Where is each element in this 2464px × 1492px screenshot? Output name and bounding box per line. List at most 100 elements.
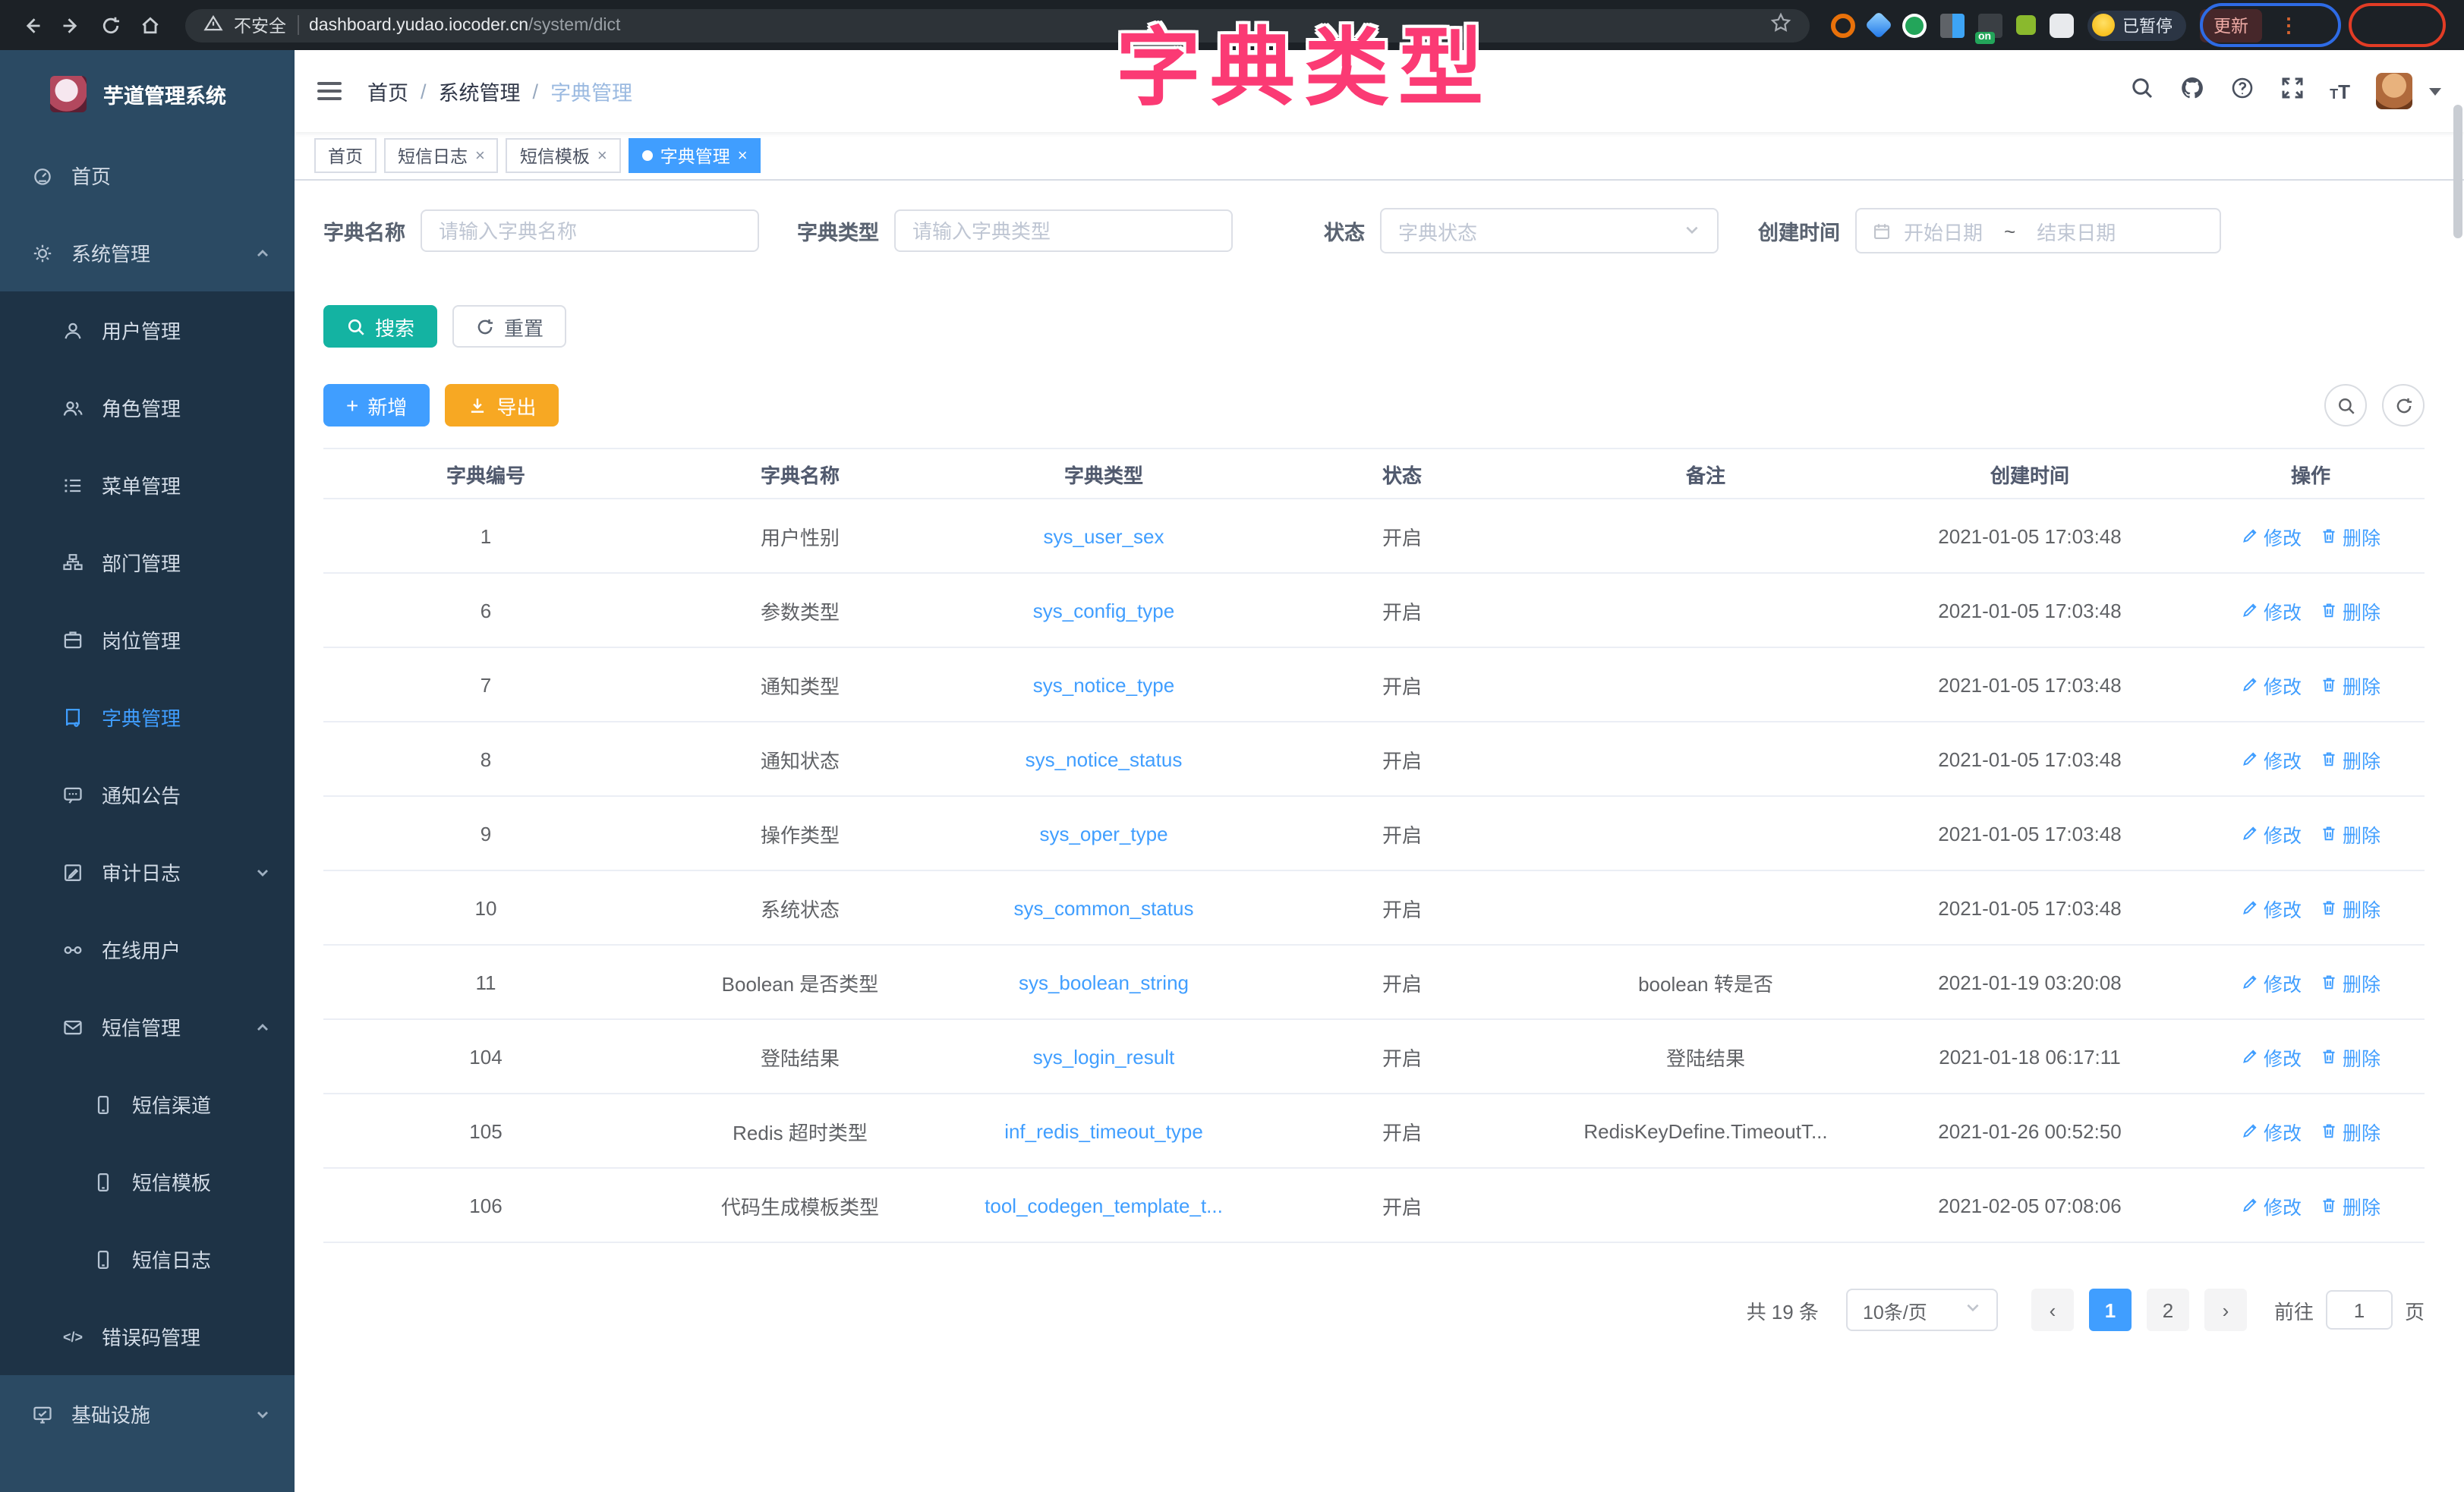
browser-back-button[interactable] (15, 8, 49, 42)
dict-name-input[interactable] (421, 209, 759, 252)
dict-type-link[interactable]: sys_user_sex (1044, 524, 1164, 547)
sidebar-toggle-icon[interactable] (317, 82, 342, 100)
sidebar-item-online-users[interactable]: 在线用户 (0, 911, 295, 988)
delete-link[interactable]: 删除 (2320, 596, 2381, 625)
sidebar-item-menus[interactable]: 菜单管理 (0, 446, 295, 524)
close-icon[interactable]: × (597, 146, 607, 165)
date-range-picker[interactable]: 开始日期 ~ 结束日期 (1855, 208, 2221, 253)
sidebar-item-users[interactable]: 用户管理 (0, 291, 295, 369)
delete-link[interactable]: 删除 (2320, 1042, 2381, 1071)
edit-link[interactable]: 修改 (2241, 968, 2302, 996)
extension-dark-icon[interactable]: on (1978, 13, 2002, 37)
search-button[interactable]: 搜索 (323, 305, 437, 348)
page-size-select[interactable]: 10条/页 (1846, 1289, 1998, 1331)
page-button-1[interactable]: 1 (2089, 1289, 2132, 1331)
goto-page-input[interactable] (2326, 1290, 2393, 1330)
close-icon[interactable]: × (738, 146, 748, 165)
edit-link[interactable]: 修改 (2241, 1191, 2302, 1220)
delete-link[interactable]: 删除 (2320, 1116, 2381, 1145)
delete-link[interactable]: 删除 (2320, 893, 2381, 922)
delete-link[interactable]: 删除 (2320, 968, 2381, 996)
page-tab-dictionary[interactable]: 字典管理 × (629, 138, 761, 173)
dict-type-link[interactable]: sys_config_type (1033, 599, 1174, 622)
header-search-icon[interactable] (2129, 75, 2154, 107)
edit-link[interactable]: 修改 (2241, 744, 2302, 773)
sidebar-item-home[interactable]: 首页 (0, 137, 295, 214)
delete-link[interactable]: 删除 (2320, 819, 2381, 848)
status-text: 开启 (1256, 722, 1549, 795)
sidebar-item-sms[interactable]: 短信管理 (0, 988, 295, 1065)
close-icon[interactable]: × (475, 146, 485, 165)
delete-link[interactable]: 删除 (2320, 521, 2381, 550)
font-size-icon[interactable]: TT (2330, 80, 2350, 102)
browser-forward-button[interactable] (55, 8, 88, 42)
delete-link[interactable]: 删除 (2320, 670, 2381, 699)
edit-link[interactable]: 修改 (2241, 521, 2302, 550)
browser-reload-button[interactable] (94, 8, 128, 42)
help-icon[interactable] (2229, 75, 2254, 107)
edit-link[interactable]: 修改 (2241, 596, 2302, 625)
dict-type-link[interactable]: sys_oper_type (1039, 822, 1167, 845)
sidebar-item-error-codes[interactable]: </> 错误码管理 (0, 1298, 295, 1375)
avatar-caret-icon[interactable] (2429, 87, 2441, 95)
page-tab-sms-log[interactable]: 短信日志 × (384, 138, 499, 173)
edit-link[interactable]: 修改 (2241, 670, 2302, 699)
fullscreen-icon[interactable] (2280, 75, 2304, 107)
sms-icon (61, 1016, 85, 1037)
dict-type-input[interactable] (894, 209, 1233, 252)
edit-link[interactable]: 修改 (2241, 819, 2302, 848)
dict-type-link[interactable]: inf_redis_timeout_type (1004, 1119, 1203, 1142)
extension-green-icon[interactable] (1902, 13, 1927, 37)
edit-link[interactable]: 修改 (2241, 1116, 2302, 1145)
user-avatar[interactable] (2376, 73, 2412, 109)
sidebar-item-notices[interactable]: 通知公告 (0, 756, 295, 833)
next-page-button[interactable]: › (2204, 1289, 2247, 1331)
edit-link[interactable]: 修改 (2241, 893, 2302, 922)
delete-link[interactable]: 删除 (2320, 744, 2381, 773)
dict-type-link[interactable]: sys_notice_status (1026, 748, 1183, 770)
sidebar-item-roles[interactable]: 角色管理 (0, 369, 295, 446)
extension-gem-icon[interactable] (1865, 11, 1893, 39)
sidebar-item-dictionary[interactable]: 字典管理 (0, 678, 295, 756)
add-button[interactable]: + 新增 (323, 384, 430, 427)
browser-address-bar[interactable]: 不安全 dashboard.yudao.iocoder.cn/system/di… (185, 8, 1810, 42)
edit-link[interactable]: 修改 (2241, 1042, 2302, 1071)
reset-button[interactable]: 重置 (452, 305, 566, 348)
breadcrumb-home[interactable]: 首页 (367, 76, 408, 106)
browser-home-button[interactable] (134, 8, 167, 42)
sidebar-item-sms-channel[interactable]: 短信渠道 (0, 1065, 295, 1143)
page-button-2[interactable]: 2 (2147, 1289, 2189, 1331)
sidebar-item-sms-template[interactable]: 短信模板 (0, 1143, 295, 1220)
paused-extension-badge[interactable]: 已暂停 (2087, 10, 2186, 40)
url-text[interactable]: dashboard.yudao.iocoder.cn/system/dict (309, 16, 620, 34)
breadcrumb-system[interactable]: 系统管理 (439, 76, 521, 106)
dict-type-link[interactable]: sys_notice_type (1033, 673, 1174, 696)
sidebar-item-system[interactable]: 系统管理 (0, 214, 295, 291)
emoji-face-icon (2092, 14, 2115, 36)
sidebar-item-audit-log[interactable]: 审计日志 (0, 833, 295, 911)
extension-orange-icon[interactable] (1831, 13, 1855, 37)
delete-link[interactable]: 删除 (2320, 1191, 2381, 1220)
dict-type-link[interactable]: tool_codegen_template_t... (985, 1194, 1223, 1217)
sidebar-item-sms-log[interactable]: 短信日志 (0, 1220, 295, 1298)
extension-leaf-icon[interactable] (2016, 15, 2036, 35)
export-button[interactable]: 导出 (445, 384, 559, 427)
extensions-puzzle-icon[interactable] (2050, 13, 2074, 37)
dict-type-link[interactable]: sys_boolean_string (1019, 971, 1189, 993)
scrollbar-thumb[interactable] (2453, 105, 2462, 238)
status-select[interactable]: 字典状态 (1380, 208, 1719, 253)
page-tab-home[interactable]: 首页 (314, 138, 377, 173)
sidebar-item-infrastructure[interactable]: 基础设施 (0, 1375, 295, 1453)
bookmark-star-icon[interactable] (1770, 12, 1791, 38)
sidebar-item-departments[interactable]: 部门管理 (0, 524, 295, 601)
table-refresh-button[interactable] (2382, 384, 2425, 427)
sidebar-item-posts[interactable]: 岗位管理 (0, 601, 295, 678)
security-label[interactable]: 不安全 (234, 13, 286, 37)
dict-type-link[interactable]: sys_login_result (1033, 1045, 1174, 1068)
page-tab-sms-template[interactable]: 短信模板 × (506, 138, 621, 173)
github-icon[interactable] (2179, 75, 2204, 107)
prev-page-button[interactable]: ‹ (2031, 1289, 2074, 1331)
dict-type-link[interactable]: sys_common_status (1014, 896, 1194, 919)
table-search-toggle-button[interactable] (2324, 384, 2367, 427)
extension-grid-icon[interactable] (1940, 13, 1965, 37)
